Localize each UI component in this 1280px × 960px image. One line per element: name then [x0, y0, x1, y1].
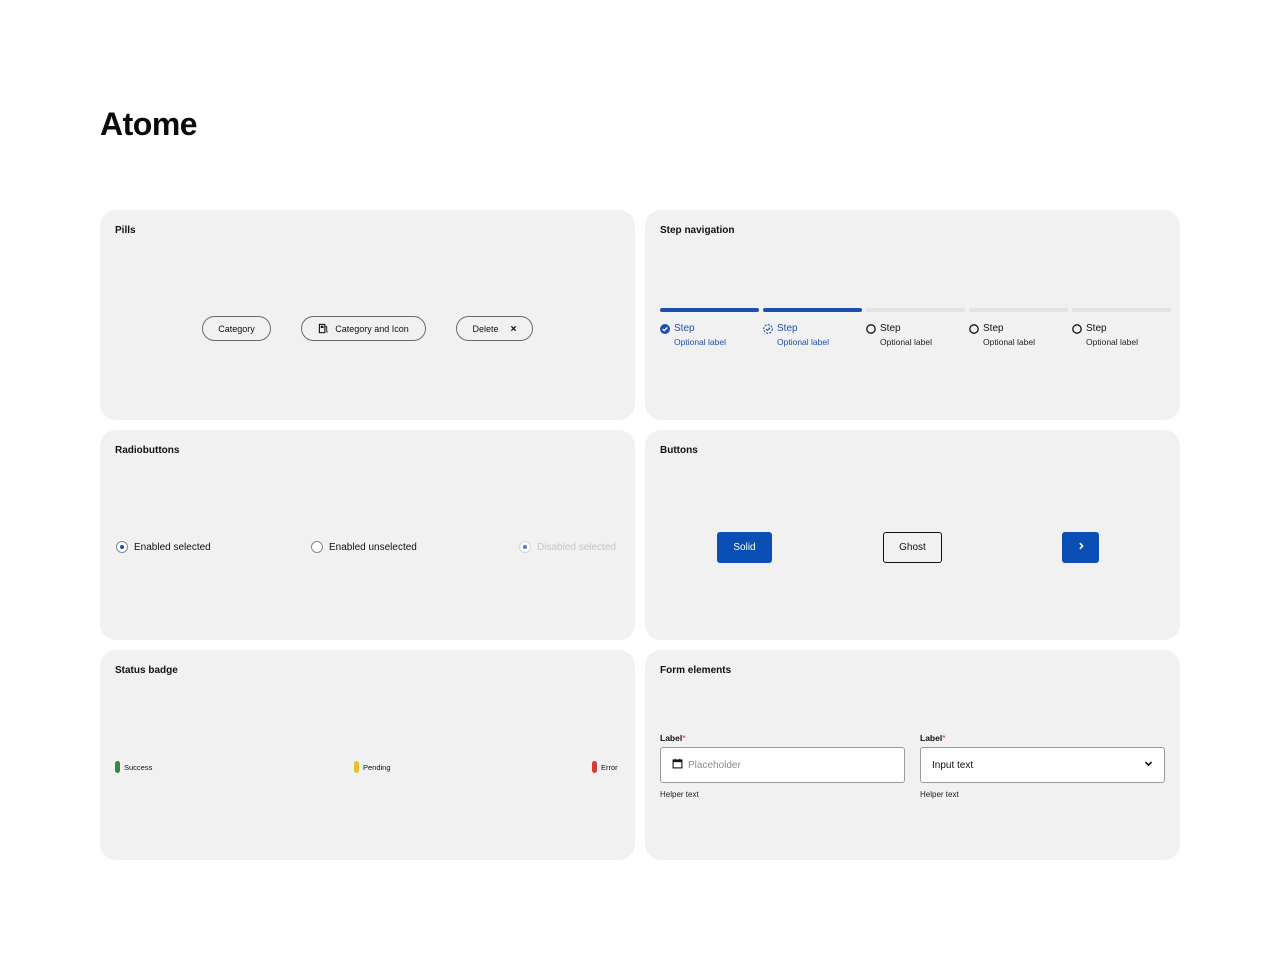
helper-text: Helper text: [660, 790, 699, 799]
circle-outline-icon: [1072, 323, 1082, 334]
solid-button[interactable]: Solid: [717, 532, 772, 563]
card-title-status: Status badge: [115, 665, 178, 676]
status-indicator: [115, 761, 120, 773]
category-icon-pill[interactable]: Category and Icon: [301, 316, 426, 341]
status-indicator: [592, 761, 597, 773]
radio-enabled-selected[interactable]: Enabled selected: [116, 541, 211, 553]
step-progress-bar: [763, 308, 862, 312]
calendar-icon[interactable]: [672, 758, 683, 772]
radio-unselected-icon[interactable]: [311, 541, 323, 553]
status-label: Success: [124, 762, 153, 772]
step-label: Step: [777, 323, 798, 334]
field-label: Label*: [920, 733, 946, 743]
circle-outline-icon: [969, 323, 979, 334]
radiobuttons-card: Radiobuttons Enabled selected Enabled un…: [100, 430, 635, 640]
step-progress-bar: [660, 308, 759, 312]
radio-label: Disabled selected: [537, 541, 616, 553]
select-value: Input text: [932, 759, 974, 771]
pills-card: Pills Category Category and Icon Delete: [100, 210, 635, 420]
chevron-right-icon: [1077, 542, 1085, 553]
gas-pump-icon: [318, 323, 329, 334]
helper-text: Helper text: [920, 790, 959, 799]
ghost-button[interactable]: Ghost: [883, 532, 942, 563]
pill-label: Delete: [472, 323, 499, 334]
form-elements-card: Form elements Label* Placeholder Helper …: [645, 650, 1180, 860]
step-sublabel: Optional label: [880, 337, 932, 347]
status-indicator: [354, 761, 359, 773]
pill-label: Category: [218, 323, 255, 334]
step-4[interactable]: Step Optional label: [969, 308, 1068, 347]
step-label: Step: [674, 323, 695, 334]
step-sublabel: Optional label: [983, 337, 1035, 347]
step-sublabel: Optional label: [1086, 337, 1138, 347]
close-icon[interactable]: [510, 325, 517, 332]
step-1[interactable]: Step Optional label: [660, 308, 759, 347]
step-progress-bar: [969, 308, 1068, 312]
status-badge-success: Success: [115, 761, 152, 773]
category-pill[interactable]: Category: [202, 316, 271, 341]
step-3[interactable]: Step Optional label: [866, 308, 965, 347]
date-input[interactable]: Placeholder: [660, 747, 905, 783]
step-sublabel: Optional label: [674, 337, 726, 347]
select-field: Label* Input text Helper text: [920, 733, 1165, 799]
delete-pill[interactable]: Delete: [456, 316, 533, 341]
check-circle-icon: [660, 323, 670, 334]
in-progress-icon: [763, 323, 773, 334]
buttons-card: Buttons Solid Ghost: [645, 430, 1180, 640]
page-title: Atome: [100, 106, 198, 142]
circle-outline-icon: [866, 323, 876, 334]
card-title-pills: Pills: [115, 225, 136, 236]
status-badge-card: Status badge Success Pending Error: [100, 650, 635, 860]
radio-label: Enabled unselected: [329, 541, 417, 553]
input-placeholder: Placeholder: [688, 759, 741, 771]
step-progress-bar: [1072, 308, 1171, 312]
card-title-form: Form elements: [660, 665, 732, 676]
radio-label: Enabled selected: [134, 541, 211, 553]
step-5[interactable]: Step Optional label: [1072, 308, 1171, 347]
step-label: Step: [983, 323, 1004, 334]
step-2[interactable]: Step Optional label: [763, 308, 862, 347]
status-label: Error: [601, 762, 618, 772]
step-label: Step: [880, 323, 901, 334]
date-field: Label* Placeholder Helper text: [660, 733, 905, 799]
next-icon-button[interactable]: [1062, 532, 1099, 563]
field-label: Label*: [660, 733, 686, 743]
card-title-buttons: Buttons: [660, 445, 698, 456]
status-badge-pending: Pending: [354, 761, 391, 773]
card-title-steps: Step navigation: [660, 225, 735, 236]
step-progress-bar: [866, 308, 965, 312]
status-label: Pending: [363, 762, 391, 772]
step-label: Step: [1086, 323, 1107, 334]
radio-disabled-selected: Disabled selected: [519, 541, 616, 553]
status-badge-error: Error: [592, 761, 618, 773]
pill-label: Category and Icon: [335, 323, 409, 334]
radio-disabled-icon: [519, 541, 531, 553]
chevron-down-icon[interactable]: [1144, 759, 1153, 771]
radio-enabled-unselected[interactable]: Enabled unselected: [311, 541, 417, 553]
step-navigation-card: Step navigation Step Optional label Step…: [645, 210, 1180, 420]
radio-selected-icon[interactable]: [116, 541, 128, 553]
card-title-radios: Radiobuttons: [115, 445, 180, 456]
step-sublabel: Optional label: [777, 337, 829, 347]
select-input[interactable]: Input text: [920, 747, 1165, 783]
